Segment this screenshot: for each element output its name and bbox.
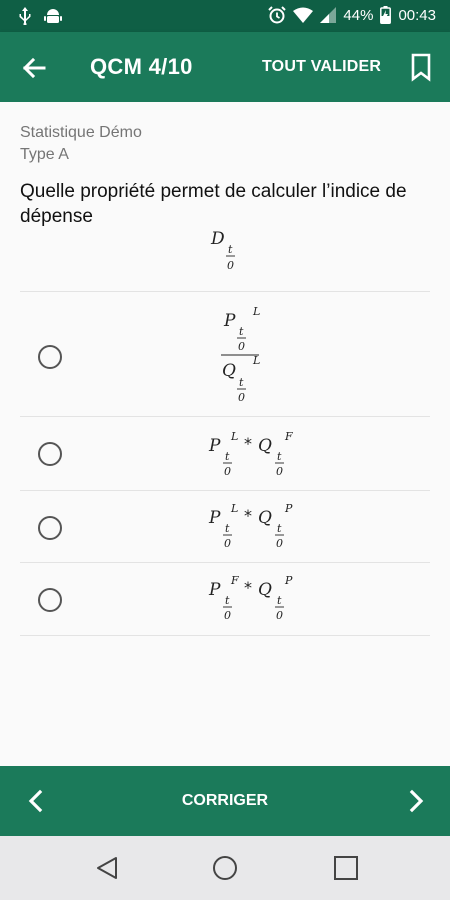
formula-symbol: Q [258, 508, 272, 528]
validate-all-button[interactable]: TOUT VALIDER [262, 58, 381, 76]
answer-option-3[interactable]: P L t 0 * Q P t 0 [20, 491, 430, 562]
answer-option-2[interactable]: P L t 0 * Q F t 0 [20, 417, 430, 490]
question-meta: Statistique Démo Type A [20, 122, 142, 166]
formula-sub-bottom: 0 [276, 465, 283, 478]
formula-operator: * [244, 434, 252, 453]
formula-sub-top: t [277, 594, 282, 607]
back-arrow-icon[interactable] [18, 52, 50, 84]
usb-icon [19, 7, 31, 25]
formula-sub-bottom: 0 [238, 340, 245, 353]
bookmark-icon[interactable] [408, 52, 434, 82]
formula-sub-bottom: 0 [276, 609, 283, 622]
formula-symbol: Q [222, 361, 236, 381]
bottom-bar: CORRIGER [0, 766, 450, 836]
question-content: Statistique Démo Type A Quelle propriété… [0, 102, 450, 766]
question-formula: D t 0 [210, 229, 235, 272]
system-nav-bar [0, 836, 450, 900]
formula-sup: L [230, 502, 238, 515]
battery-percent: 44% [343, 6, 374, 24]
formula-sup: L [252, 354, 260, 367]
question-text: Quelle propriété permet de calculer l’in… [20, 181, 407, 227]
formula-sup: P [284, 502, 293, 515]
formula-sub-bottom: 0 [224, 465, 231, 478]
formula-sup: L [230, 430, 238, 443]
formula-symbol: Q [258, 436, 272, 456]
divider [20, 635, 430, 636]
formula-sub-top: t [228, 243, 233, 256]
formula-symbol: P [208, 436, 221, 456]
formula-main: D [210, 229, 225, 249]
answer-option-1[interactable]: P L t 0 Q L t 0 [20, 292, 430, 416]
formula-symbol: P [208, 580, 221, 600]
alarm-icon [268, 6, 287, 24]
question-type: Type A [20, 146, 69, 163]
radio-button[interactable] [38, 516, 62, 540]
android-debug-icon [44, 9, 62, 23]
correct-button[interactable]: CORRIGER [0, 792, 450, 810]
formula-symbol: P [223, 311, 236, 331]
option-formula: P F t 0 * Q P t 0 [208, 574, 293, 622]
wifi-icon [293, 7, 314, 23]
formula-symbol: P [208, 508, 221, 528]
chevron-right-icon[interactable] [402, 786, 430, 816]
question-subject: Statistique Démo [20, 124, 142, 141]
option-formula: P L t 0 Q L t 0 [221, 305, 260, 404]
formula-sub-bottom: 0 [224, 609, 231, 622]
formula-sup: F [230, 574, 239, 587]
option-formula: P L t 0 * Q P t 0 [208, 502, 293, 550]
formula-sub-top: t [225, 522, 230, 535]
formula-operator: * [244, 506, 252, 525]
formula-sub-bottom: 0 [276, 537, 283, 550]
formula-sup: L [252, 305, 260, 318]
radio-button[interactable] [38, 345, 62, 369]
formula-sub-bottom: 0 [224, 537, 231, 550]
formula-operator: * [244, 578, 252, 597]
option-formula: P L t 0 * Q F t 0 [208, 430, 293, 478]
clock: 00:43 [398, 6, 436, 24]
radio-button[interactable] [38, 588, 62, 612]
formula-sub-top: t [225, 450, 230, 463]
nav-recent-icon[interactable] [333, 855, 359, 881]
status-bar: 44% 00:43 [0, 0, 450, 32]
formula-sub-bottom: 0 [227, 259, 234, 272]
formula-sub-top: t [225, 594, 230, 607]
page-title: QCM 4/10 [90, 54, 193, 79]
nav-home-icon[interactable] [212, 855, 238, 881]
formula-sup: P [284, 574, 293, 587]
formula-sub-top: t [277, 522, 282, 535]
formula-sub-top: t [239, 325, 244, 338]
battery-charging-icon [380, 6, 392, 24]
radio-button[interactable] [38, 442, 62, 466]
formula-sub-top: t [239, 376, 244, 389]
formula-sub-bottom: 0 [238, 391, 245, 404]
formula-sup: F [284, 430, 293, 443]
formula-sub-top: t [277, 450, 282, 463]
signal-icon [320, 7, 337, 23]
answer-option-4[interactable]: P F t 0 * Q P t 0 [20, 563, 430, 635]
app-bar: QCM 4/10 TOUT VALIDER [0, 32, 450, 102]
formula-symbol: Q [258, 580, 272, 600]
nav-back-icon[interactable] [95, 855, 121, 881]
